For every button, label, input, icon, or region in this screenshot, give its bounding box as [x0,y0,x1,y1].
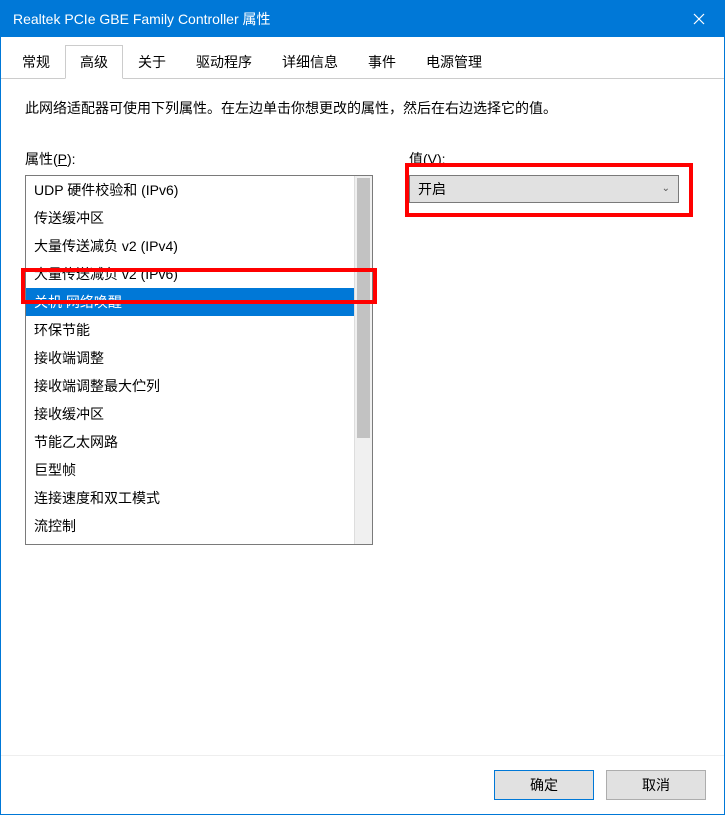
ok-button[interactable]: 确定 [494,770,594,800]
tab-panel-advanced: 此网络适配器可使用下列属性。在左边单击你想更改的属性，然后在右边选择它的值。 属… [1,79,724,755]
properties-dialog: Realtek PCIe GBE Family Controller 属性 常规… [0,0,725,815]
list-item[interactable]: 流控制 [26,512,354,540]
titlebar: Realtek PCIe GBE Family Controller 属性 [1,1,724,37]
list-item[interactable]: 大量传送减负 v2 (IPv6) [26,260,354,288]
list-item[interactable]: 魔术封包唤醒 [26,540,354,544]
list-item[interactable]: 传送缓冲区 [26,204,354,232]
chevron-down-icon: ⌄ [662,183,670,194]
property-label: 属性(P): [25,149,373,169]
cancel-button[interactable]: 取消 [606,770,706,800]
list-item-selected[interactable]: 关机 网络唤醒 [26,288,354,316]
window-title: Realtek PCIe GBE Family Controller 属性 [13,9,674,29]
scrollbar-thumb[interactable] [357,178,370,438]
value-dropdown[interactable]: 开启 ⌄ [409,175,679,203]
list-item[interactable]: 连接速度和双工模式 [26,484,354,512]
list-item[interactable]: 接收端调整 [26,344,354,372]
list-item[interactable]: 节能乙太网路 [26,428,354,456]
list-item[interactable]: 接收缓冲区 [26,400,354,428]
controls-row: 属性(P): UDP 硬件校验和 (IPv6) 传送缓冲区 大量传送减负 v2 … [25,149,700,545]
dropdown-selected-text: 开启 [418,179,662,199]
description-text: 此网络适配器可使用下列属性。在左边单击你想更改的属性，然后在右边选择它的值。 [25,97,700,121]
dialog-footer: 确定 取消 [1,755,724,814]
tab-strip: 常规 高级 关于 驱动程序 详细信息 事件 电源管理 [1,41,724,79]
list-item[interactable]: 接收端调整最大伫列 [26,372,354,400]
list-item[interactable]: 环保节能 [26,316,354,344]
tab-details[interactable]: 详细信息 [267,45,353,78]
value-label: 值(V): [409,149,700,169]
close-button[interactable] [674,1,724,37]
tab-power[interactable]: 电源管理 [411,45,497,78]
tab-events[interactable]: 事件 [353,45,411,78]
tab-advanced[interactable]: 高级 [65,45,123,79]
list-item[interactable]: 巨型帧 [26,456,354,484]
list-item[interactable]: 大量传送减负 v2 (IPv4) [26,232,354,260]
tab-about[interactable]: 关于 [123,45,181,78]
property-column: 属性(P): UDP 硬件校验和 (IPv6) 传送缓冲区 大量传送减负 v2 … [25,149,373,545]
close-icon [693,13,705,25]
value-column: 值(V): 开启 ⌄ [409,149,700,545]
property-listbox[interactable]: UDP 硬件校验和 (IPv6) 传送缓冲区 大量传送减负 v2 (IPv4) … [25,175,373,545]
tab-general[interactable]: 常规 [7,45,65,78]
list-item[interactable]: UDP 硬件校验和 (IPv6) [26,176,354,204]
scrollbar[interactable] [354,176,372,544]
tab-driver[interactable]: 驱动程序 [181,45,267,78]
